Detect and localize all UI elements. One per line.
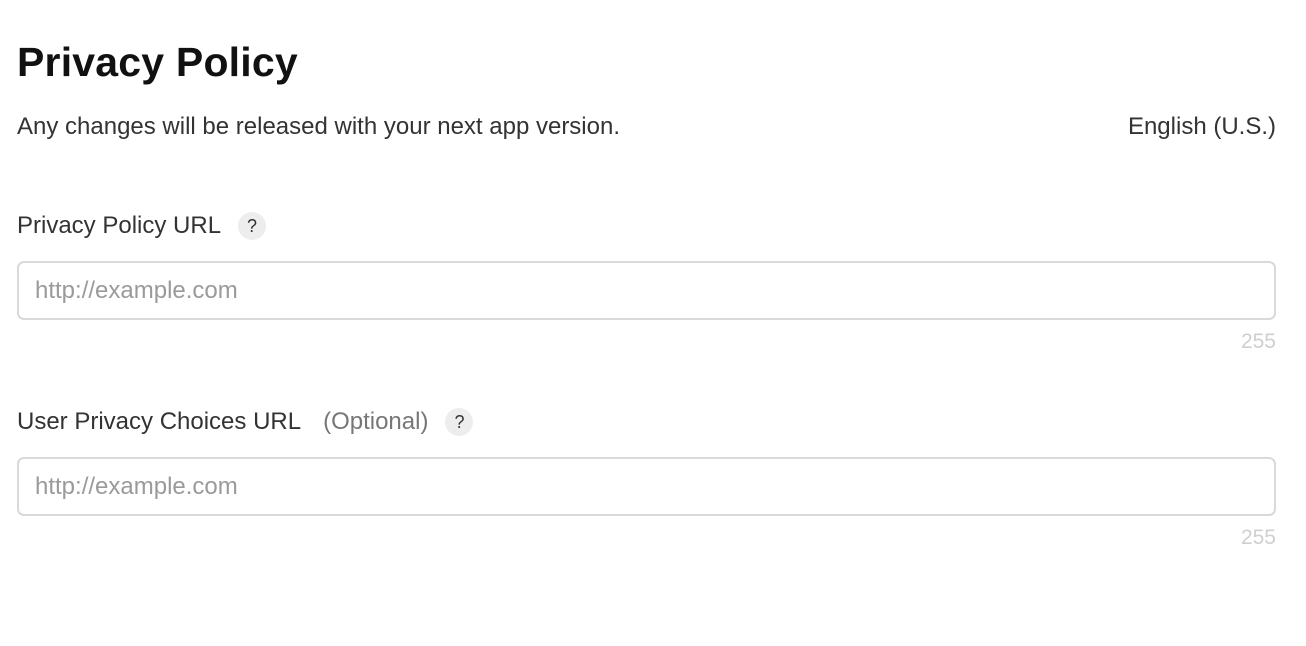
user-privacy-choices-url-label-row: User Privacy Choices URL (Optional) ? [17,405,474,439]
page-title: Privacy Policy [17,39,298,85]
privacy-policy-url-char-limit: 255 [1240,330,1276,353]
user-privacy-choices-url-char-limit: 255 [1240,526,1276,549]
subtitle-row: Any changes will be released with your n… [17,112,1276,142]
privacy-policy-url-label-row: Privacy Policy URL ? [17,209,267,243]
privacy-policy-page: Privacy Policy Any changes will be relea… [0,0,1306,646]
help-icon[interactable]: ? [238,212,267,240]
user-privacy-choices-url-label: User Privacy Choices URL [17,408,302,435]
help-icon[interactable]: ? [445,408,474,436]
optional-label: (Optional) [323,408,429,435]
language-label: English (U.S.) [1127,113,1276,140]
user-privacy-choices-url-input[interactable] [17,457,1276,516]
privacy-policy-url-label: Privacy Policy URL [17,212,222,239]
privacy-policy-url-input[interactable] [17,261,1276,320]
release-note: Any changes will be released with your n… [17,113,620,140]
